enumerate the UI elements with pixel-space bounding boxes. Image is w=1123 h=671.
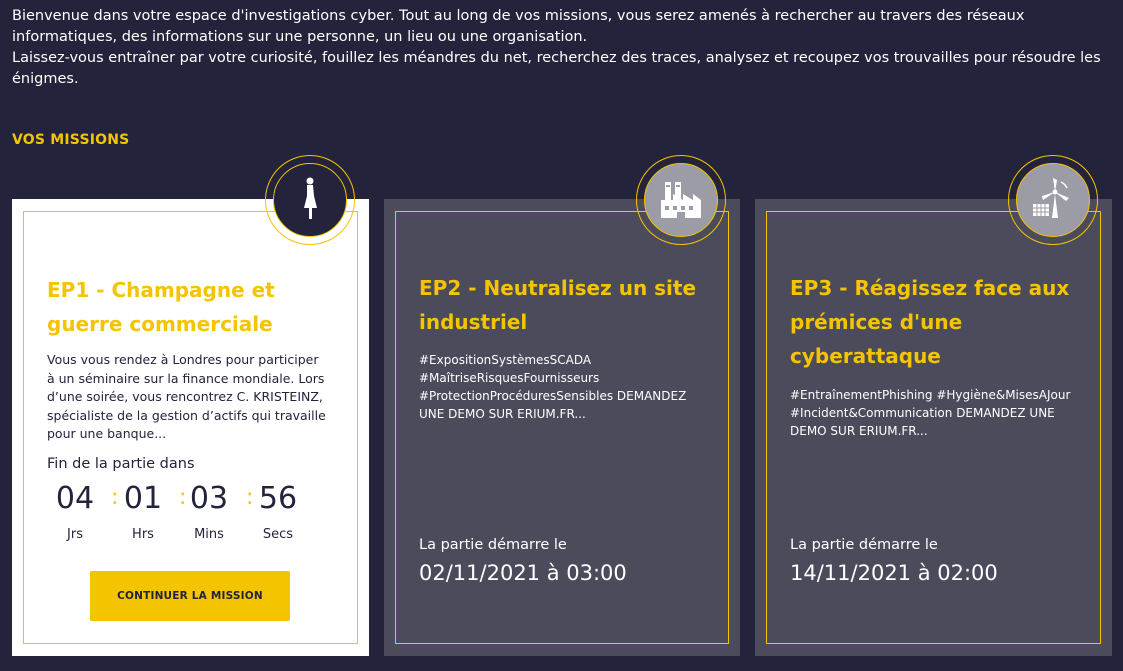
start-label: La partie démarre le (790, 537, 938, 553)
mission-card-ep1[interactable]: EP1 - Champagne et guerre commerciale Vo… (12, 155, 369, 656)
timer-label: Fin de la partie dans (47, 456, 195, 472)
mission-tags: #ExpositionSystèmesSCADA #MaîtriseRisque… (419, 353, 687, 421)
countdown-minutes-value: 03 (189, 481, 229, 516)
mission-title[interactable]: EP2 - Neutralisez un site industriel (419, 271, 715, 339)
countdown-days-unit: Jrs (67, 527, 83, 542)
countdown-seconds-value: 56 (258, 481, 298, 516)
mission-badge (265, 155, 355, 245)
countdown-seconds-unit: Secs (262, 527, 294, 542)
countdown-timer: 04 Jrs : 01 Hrs : 03 Mins : 56 Secs (45, 481, 308, 542)
mission-tags: #EntraînementPhishing #Hygiène&MisesAJou… (790, 388, 1071, 438)
mission-title[interactable]: EP1 - Champagne et guerre commerciale (47, 273, 344, 341)
intro-text: Bienvenue dans votre espace d'investigat… (12, 6, 1102, 90)
start-label: La partie démarre le (419, 537, 567, 553)
mission-badge (1008, 155, 1098, 245)
intro-paragraph-2: Laissez-vous entraîner par votre curiosi… (12, 50, 1101, 87)
mission-badge (636, 155, 726, 245)
countdown-hours-value: 01 (123, 481, 163, 516)
countdown-hours-unit: Hrs (132, 527, 154, 542)
continue-mission-button[interactable]: CONTINUER LA MISSION (90, 571, 290, 621)
countdown-minutes: 03 Mins (179, 481, 239, 542)
countdown-seconds: 56 Secs (248, 481, 308, 542)
section-title: VOS MISSIONS (12, 132, 130, 148)
mission-card-ep3[interactable]: EP3 - Réagissez face aux prémices d'une … (755, 155, 1112, 656)
countdown-days: 04 Jrs (45, 481, 105, 542)
countdown-hours: 01 Hrs (113, 481, 173, 542)
mission-description: Vous vous rendez à Londres pour particip… (47, 352, 326, 441)
start-date: 14/11/2021 à 02:00 (790, 561, 998, 585)
countdown-minutes-unit: Mins (194, 527, 224, 542)
start-date: 02/11/2021 à 03:00 (419, 561, 627, 585)
wind-turbine-solar-icon (1031, 176, 1075, 224)
countdown-days-value: 04 (55, 481, 95, 516)
woman-silhouette-icon (298, 176, 322, 224)
intro-paragraph-1: Bienvenue dans votre espace d'investigat… (12, 8, 1025, 45)
mission-title[interactable]: EP3 - Réagissez face aux prémices d'une … (790, 271, 1087, 373)
factory-icon (659, 176, 703, 224)
mission-card-ep2[interactable]: EP2 - Neutralisez un site industriel #Ex… (384, 155, 740, 656)
